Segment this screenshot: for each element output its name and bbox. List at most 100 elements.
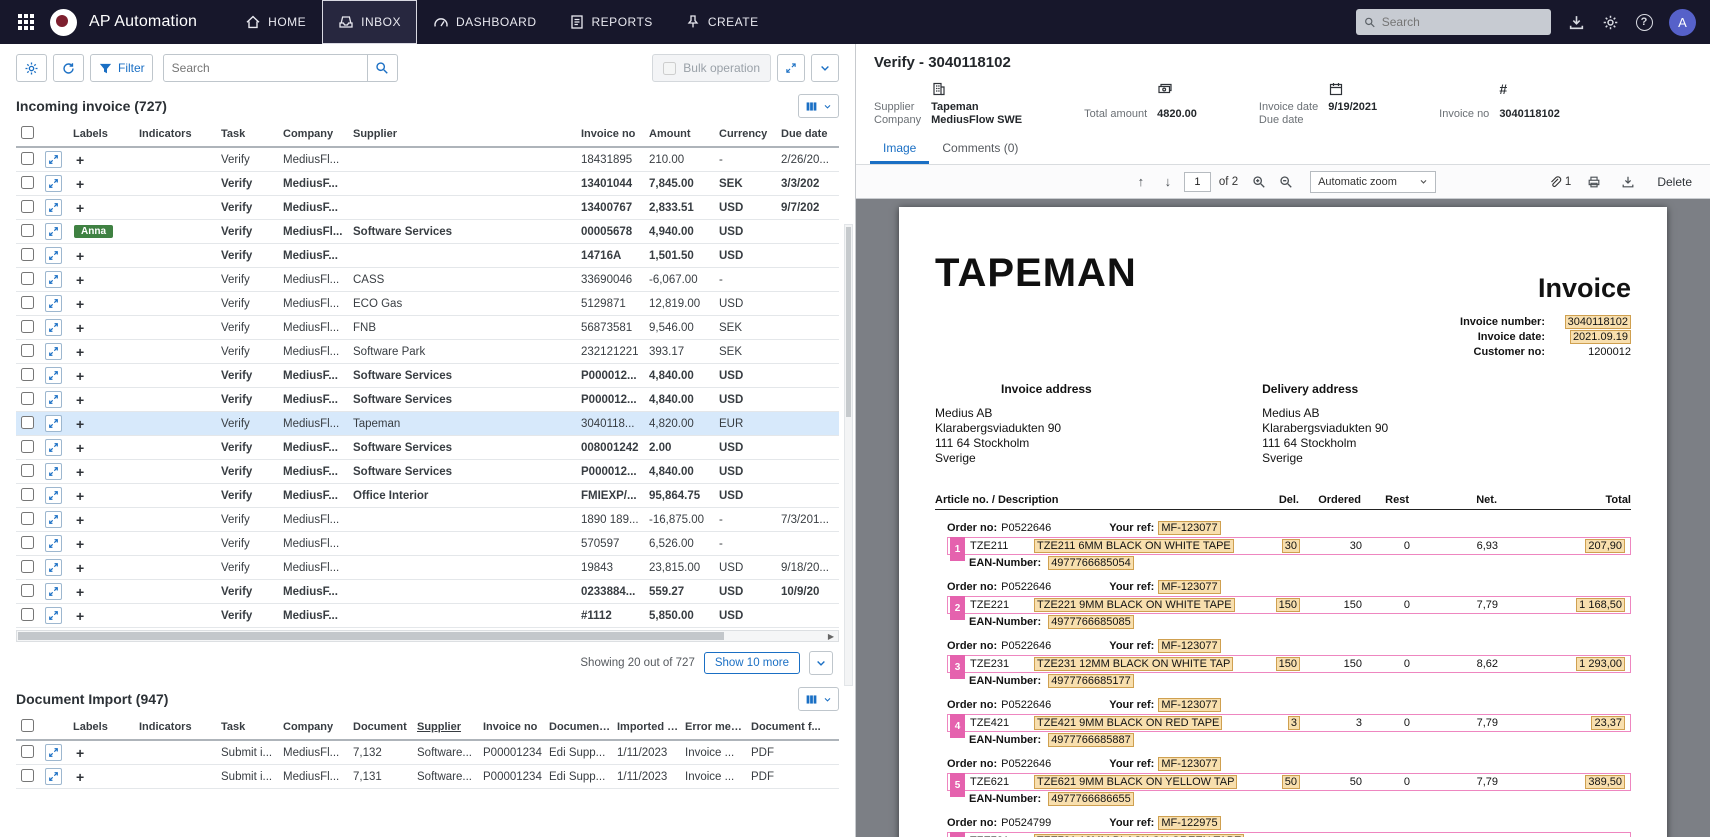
add-label-button[interactable]: +: [74, 321, 86, 335]
open-invoice-icon[interactable]: [45, 295, 62, 312]
invoice-table-row[interactable]: + Verify MediusFl... Tapeman 3040118... …: [16, 412, 839, 436]
row-checkbox[interactable]: [21, 176, 34, 189]
add-label-button[interactable]: +: [74, 345, 86, 359]
open-invoice-icon[interactable]: [45, 415, 62, 432]
invoice-table-row[interactable]: + Verify MediusFl... FNB 56873581 9,546.…: [16, 316, 839, 340]
global-search-input[interactable]: [1382, 15, 1543, 29]
attachments-button[interactable]: 1: [1548, 175, 1571, 189]
add-label-button[interactable]: +: [74, 465, 86, 479]
nav-inbox[interactable]: INBOX: [322, 0, 417, 44]
list-search-button[interactable]: [368, 54, 398, 82]
row-checkbox[interactable]: [21, 392, 34, 405]
row-checkbox[interactable]: [21, 344, 34, 357]
col-error-message[interactable]: Error mess...: [682, 721, 748, 733]
open-invoice-icon[interactable]: [45, 151, 62, 168]
horizontal-scrollbar[interactable]: ▶: [16, 630, 839, 642]
invoice-table-row[interactable]: + Verify MediusF... Office Interior FMIE…: [16, 484, 839, 508]
open-invoice-icon[interactable]: [45, 223, 62, 240]
row-checkbox[interactable]: [21, 296, 34, 309]
open-invoice-icon[interactable]: [45, 439, 62, 456]
invoice-table-row[interactable]: + Verify MediusF... 13400767 2,833.51 US…: [16, 196, 839, 220]
tab-image[interactable]: Image: [870, 134, 929, 164]
invoice-table-row[interactable]: + Verify MediusF... 0233884... 559.27 US…: [16, 580, 839, 604]
bulk-operation-checkbox[interactable]: [663, 62, 676, 75]
settings-gear-icon[interactable]: [1601, 13, 1619, 31]
show-more-button[interactable]: Show 10 more: [704, 652, 800, 674]
list-search-input[interactable]: [163, 54, 368, 82]
add-label-button[interactable]: +: [74, 746, 86, 760]
col-document-format[interactable]: Document f...: [748, 721, 839, 733]
add-label-button[interactable]: +: [74, 153, 86, 167]
vertical-scrollbar-thumb[interactable]: [846, 227, 851, 417]
add-label-button[interactable]: +: [74, 369, 86, 383]
add-label-button[interactable]: +: [74, 201, 86, 215]
refresh-button[interactable]: [53, 54, 84, 82]
add-label-button[interactable]: +: [74, 513, 86, 527]
open-invoice-icon[interactable]: [45, 319, 62, 336]
delete-button[interactable]: Delete: [1651, 172, 1698, 192]
invoice-table-row[interactable]: + Verify MediusFl... 1890 189... -16,875…: [16, 508, 839, 532]
incoming-columns-button[interactable]: [798, 94, 839, 118]
invoice-table-row[interactable]: + Verify MediusFl... CASS 33690046 -6,06…: [16, 268, 839, 292]
open-invoice-icon[interactable]: [45, 487, 62, 504]
add-label-button[interactable]: +: [74, 561, 86, 575]
add-label-button[interactable]: +: [74, 489, 86, 503]
col-amount[interactable]: Amount: [646, 128, 716, 140]
row-checkbox[interactable]: [21, 745, 34, 758]
row-checkbox[interactable]: [21, 224, 34, 237]
open-invoice-icon[interactable]: [45, 247, 62, 264]
zoom-out-icon[interactable]: [1275, 171, 1297, 193]
row-checkbox[interactable]: [21, 440, 34, 453]
document-import-columns-button[interactable]: [798, 687, 839, 711]
invoice-table-row[interactable]: + Verify MediusFl... 18431895 210.00 - 2…: [16, 148, 839, 172]
add-label-button[interactable]: +: [74, 393, 86, 407]
open-document-icon[interactable]: [45, 744, 62, 761]
col-indicators[interactable]: Indicators: [136, 721, 218, 733]
label-badge[interactable]: Anna: [74, 225, 113, 238]
col-labels[interactable]: Labels: [70, 721, 136, 733]
row-checkbox[interactable]: [21, 416, 34, 429]
row-checkbox[interactable]: [21, 368, 34, 381]
document-import-row[interactable]: + Submit i... MediusFl... 7,132 Software…: [16, 741, 839, 765]
zoom-level-select[interactable]: Automatic zoom: [1310, 171, 1436, 193]
open-invoice-icon[interactable]: [45, 343, 62, 360]
invoice-table-row[interactable]: + Verify MediusF... Software Services 00…: [16, 436, 839, 460]
document-import-row[interactable]: + Submit i... MediusFl... 7,131 Software…: [16, 765, 839, 789]
tab-comments[interactable]: Comments (0): [929, 134, 1031, 164]
row-checkbox[interactable]: [21, 769, 34, 782]
user-avatar[interactable]: A: [1669, 9, 1696, 36]
nav-reports[interactable]: REPORTS: [553, 0, 669, 44]
open-invoice-icon[interactable]: [45, 175, 62, 192]
open-invoice-icon[interactable]: [45, 583, 62, 600]
row-checkbox[interactable]: [21, 272, 34, 285]
open-invoice-icon[interactable]: [45, 607, 62, 624]
nav-home[interactable]: HOME: [229, 0, 322, 44]
add-label-button[interactable]: +: [74, 273, 86, 287]
download-document-icon[interactable]: [1617, 171, 1639, 193]
row-checkbox[interactable]: [21, 488, 34, 501]
row-checkbox[interactable]: [21, 152, 34, 165]
open-invoice-icon[interactable]: [45, 511, 62, 528]
select-all-checkbox[interactable]: [21, 126, 34, 139]
add-label-button[interactable]: +: [74, 297, 86, 311]
row-checkbox[interactable]: [21, 560, 34, 573]
col-currency[interactable]: Currency: [716, 128, 778, 140]
scroll-right-arrow[interactable]: ▶: [824, 632, 838, 641]
invoice-table-row[interactable]: + Verify MediusF... 14716A 1,501.50 USD: [16, 244, 839, 268]
open-invoice-icon[interactable]: [45, 271, 62, 288]
vertical-scrollbar[interactable]: [844, 224, 853, 686]
zoom-in-icon[interactable]: [1248, 171, 1270, 193]
row-checkbox[interactable]: [21, 248, 34, 261]
col-supplier[interactable]: Supplier: [414, 721, 480, 733]
row-checkbox[interactable]: [21, 200, 34, 213]
invoice-table-row[interactable]: + Verify MediusF... Software Services P0…: [16, 364, 839, 388]
panel-options-button[interactable]: [811, 54, 839, 82]
col-indicators[interactable]: Indicators: [136, 128, 218, 140]
col-company[interactable]: Company: [280, 721, 350, 733]
open-invoice-icon[interactable]: [45, 535, 62, 552]
col-task[interactable]: Task: [218, 721, 280, 733]
add-label-button[interactable]: +: [74, 585, 86, 599]
col-invoice-no[interactable]: Invoice no: [578, 128, 646, 140]
open-invoice-icon[interactable]: [45, 391, 62, 408]
filter-button[interactable]: Filter: [90, 54, 153, 82]
